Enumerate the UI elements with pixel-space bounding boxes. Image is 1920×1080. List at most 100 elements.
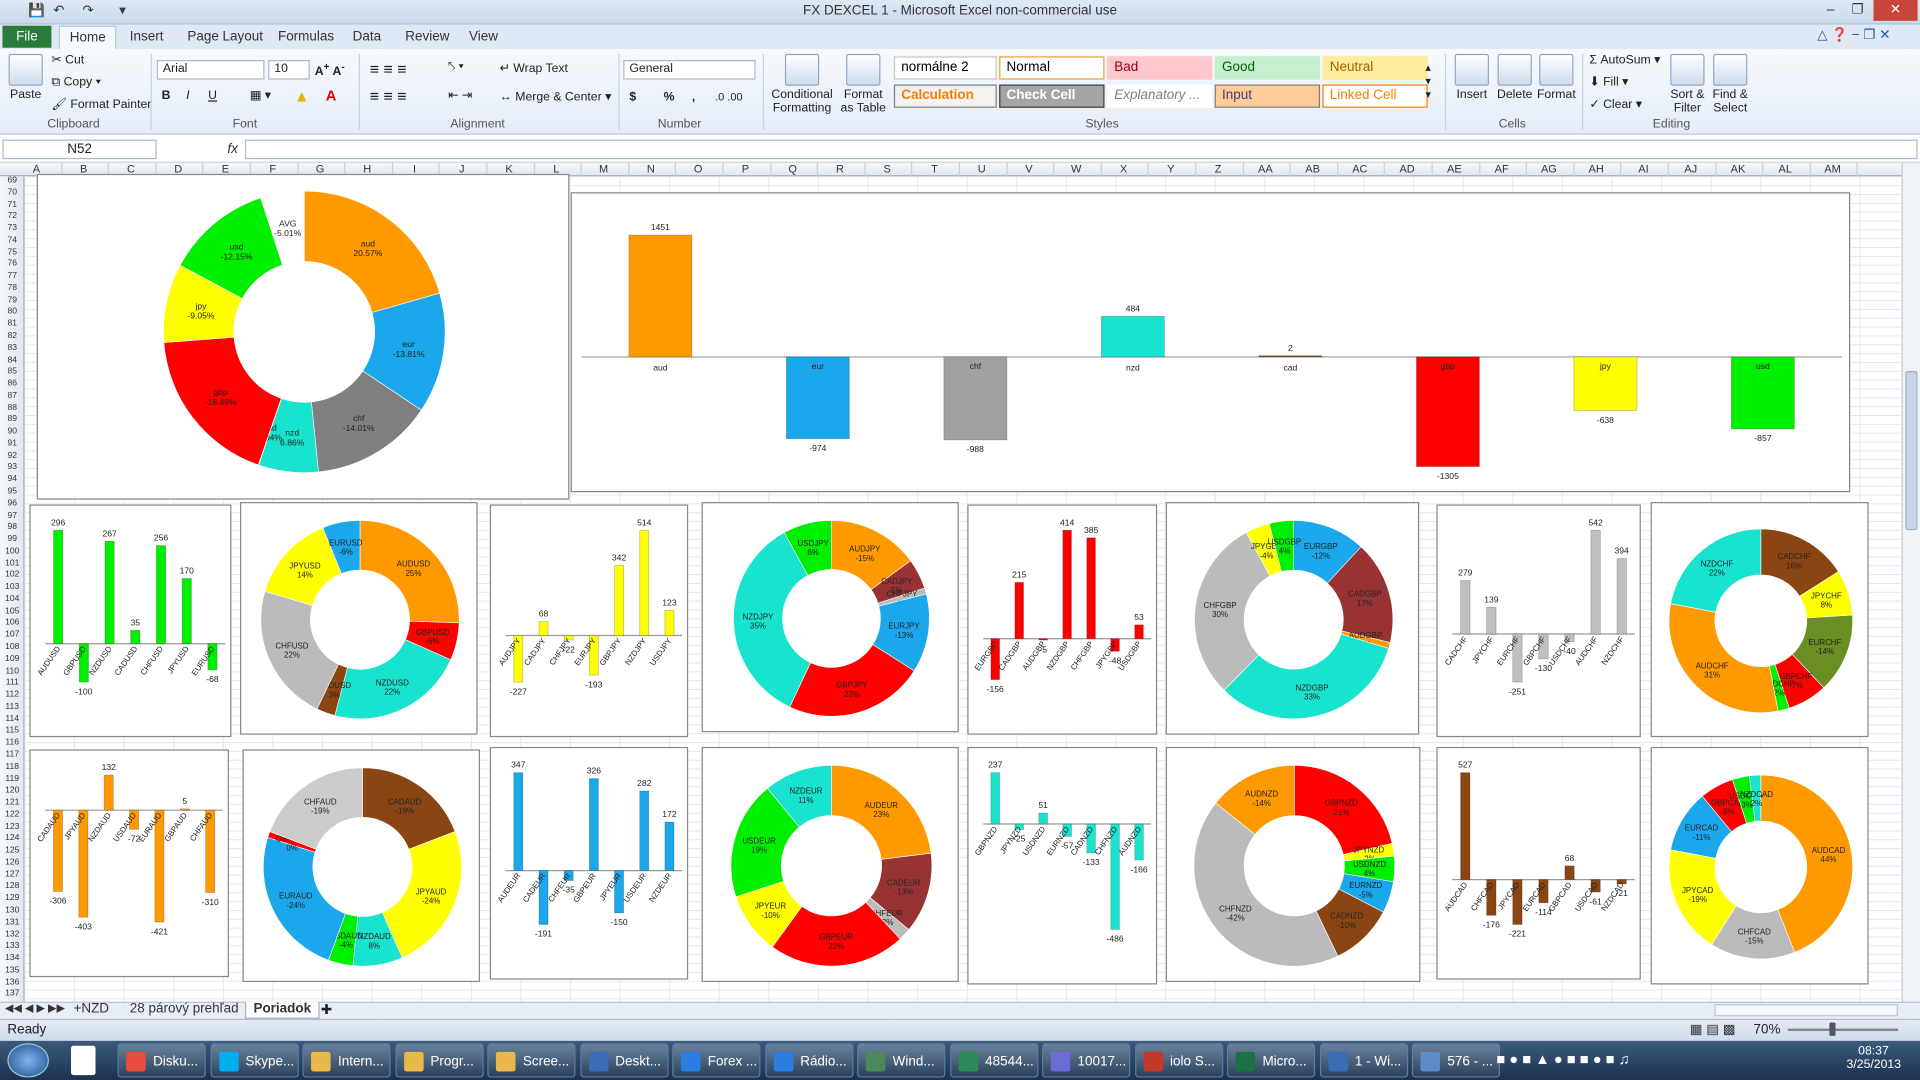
column-header[interactable]: U	[958, 162, 1008, 177]
column-header[interactable]: E	[201, 162, 251, 177]
tab-formulas[interactable]: Formulas	[268, 26, 344, 49]
row-header[interactable]: 130	[0, 906, 23, 915]
row-header[interactable]: 104	[0, 595, 23, 604]
taskbar-item[interactable]: Micro...	[1226, 1043, 1316, 1078]
row-header[interactable]: 103	[0, 583, 23, 592]
taskbar-item[interactable]: Rádio...	[764, 1043, 853, 1078]
sheet-tab-poriadok[interactable]: Poriadok	[244, 1001, 320, 1019]
row-header[interactable]: 84	[0, 356, 23, 365]
row-header[interactable]: 72	[0, 212, 23, 221]
sheet-tab-28-parovy[interactable]: 28 párový prehľad	[122, 1002, 245, 1019]
help-icon[interactable]: △ ❓ − ❐ ✕	[1817, 27, 1890, 43]
cell-style-8[interactable]: Input	[1214, 84, 1321, 108]
zoom-slider[interactable]	[1787, 1028, 1898, 1032]
column-header[interactable]: AL	[1761, 162, 1811, 177]
start-button[interactable]	[7, 1043, 49, 1078]
row-header[interactable]: 77	[0, 272, 23, 281]
row-header[interactable]: 78	[0, 284, 23, 293]
column-header[interactable]: AA	[1241, 162, 1291, 177]
row-header[interactable]: 107	[0, 631, 23, 640]
column-header[interactable]: AH	[1572, 162, 1622, 177]
document-icon[interactable]	[71, 1045, 96, 1076]
row-header[interactable]: 125	[0, 846, 23, 855]
row-header[interactable]: 120	[0, 786, 23, 795]
taskbar-item[interactable]: Skype...	[210, 1043, 299, 1078]
fill-button[interactable]: ⬇ Fill ▾	[1589, 76, 1628, 89]
cell-style-6[interactable]: Check Cell	[999, 84, 1105, 108]
column-header[interactable]: AE	[1430, 162, 1480, 177]
column-header[interactable]: D	[154, 162, 204, 177]
grow-font-icon[interactable]: A+ A-	[315, 60, 345, 79]
taskbar-item[interactable]: Forex ...	[672, 1043, 761, 1078]
column-header[interactable]: AG	[1525, 162, 1575, 177]
sheet-tab-nzd[interactable]: +NZD	[66, 1002, 116, 1019]
row-header[interactable]: 118	[0, 763, 23, 772]
merge-center-button[interactable]: ↔ Merge & Center ▾	[500, 91, 612, 104]
row-header[interactable]: 88	[0, 404, 23, 413]
row-header[interactable]: 90	[0, 428, 23, 437]
row-header[interactable]: 132	[0, 930, 23, 939]
row-header[interactable]: 122	[0, 810, 23, 819]
orientation-icon[interactable]: ⤣ ▾	[448, 60, 463, 73]
font-color-icon[interactable]: A	[326, 87, 337, 104]
paste-button[interactable]: Paste	[7, 53, 44, 102]
column-header[interactable]: AB	[1288, 162, 1338, 177]
row-header[interactable]: 102	[0, 571, 23, 580]
row-header[interactable]: 94	[0, 475, 23, 484]
row-header[interactable]: 136	[0, 978, 23, 987]
row-header[interactable]: 135	[0, 966, 23, 975]
cell-style-9[interactable]: Linked Cell	[1322, 84, 1428, 108]
row-header[interactable]: 99	[0, 535, 23, 544]
row-header[interactable]: 105	[0, 607, 23, 616]
format-cells-button[interactable]: Format	[1536, 53, 1578, 102]
column-header[interactable]: K	[485, 162, 535, 177]
comma-button[interactable]: ,	[692, 91, 695, 104]
column-header[interactable]: AC	[1336, 162, 1386, 177]
taskbar-item[interactable]: 1 - Wi...	[1319, 1043, 1408, 1078]
row-header[interactable]: 101	[0, 559, 23, 568]
column-header[interactable]: V	[1005, 162, 1055, 177]
row-header[interactable]: 127	[0, 870, 23, 879]
row-header[interactable]: 106	[0, 619, 23, 628]
tray-icons[interactable]: ■ ● ■ ▲ ● ■ ■ ● ■ ♫	[1496, 1051, 1629, 1068]
row-header[interactable]: 89	[0, 416, 23, 425]
row-header[interactable]: 87	[0, 392, 23, 401]
row-header[interactable]: 92	[0, 451, 23, 460]
italic-button[interactable]: I	[186, 89, 189, 102]
row-header[interactable]: 69	[0, 176, 23, 185]
row-header[interactable]: 80	[0, 308, 23, 317]
column-header[interactable]: AI	[1619, 162, 1669, 177]
tab-review[interactable]: Review	[396, 26, 460, 49]
conditional-formatting-button[interactable]: Conditional Formatting	[767, 53, 838, 115]
minimize-icon[interactable]: –	[1817, 0, 1844, 21]
sheet-nav-icon[interactable]: ◀◀ ◀ ▶ ▶▶	[5, 1002, 65, 1015]
column-header[interactable]: AK	[1714, 162, 1764, 177]
row-header[interactable]: 126	[0, 858, 23, 867]
row-header[interactable]: 113	[0, 703, 23, 712]
row-header[interactable]: 124	[0, 834, 23, 843]
row-header[interactable]: 100	[0, 547, 23, 556]
column-header[interactable]: I	[390, 162, 440, 177]
row-header[interactable]: 129	[0, 894, 23, 903]
column-header[interactable]: Z	[1194, 162, 1244, 177]
column-header[interactable]: N	[627, 162, 677, 177]
borders-icon[interactable]: ▦ ▾	[250, 89, 271, 102]
row-header[interactable]: 137	[0, 990, 23, 999]
row-header[interactable]: 110	[0, 667, 23, 676]
row-header[interactable]: 111	[0, 679, 23, 688]
taskbar-item[interactable]: Deskt...	[579, 1043, 668, 1078]
currency-button[interactable]: $	[629, 91, 636, 104]
tab-data[interactable]: Data	[343, 26, 391, 49]
taskbar-item[interactable]: Scree...	[487, 1043, 576, 1078]
align-top-icon[interactable]: ≡ ≡ ≡	[370, 60, 407, 78]
taskbar-item[interactable]: Intern...	[302, 1043, 391, 1078]
row-header[interactable]: 109	[0, 655, 23, 664]
number-format-combo[interactable]: General	[623, 60, 756, 80]
taskbar-item[interactable]: iolo S...	[1134, 1043, 1223, 1078]
row-header[interactable]: 123	[0, 822, 23, 831]
row-header[interactable]: 79	[0, 296, 23, 305]
restore-icon[interactable]: ❐	[1844, 0, 1871, 21]
cell-style-3[interactable]: Good	[1214, 56, 1321, 80]
column-header[interactable]: C	[107, 162, 157, 177]
taskbar-item[interactable]: 10017...	[1042, 1043, 1131, 1078]
